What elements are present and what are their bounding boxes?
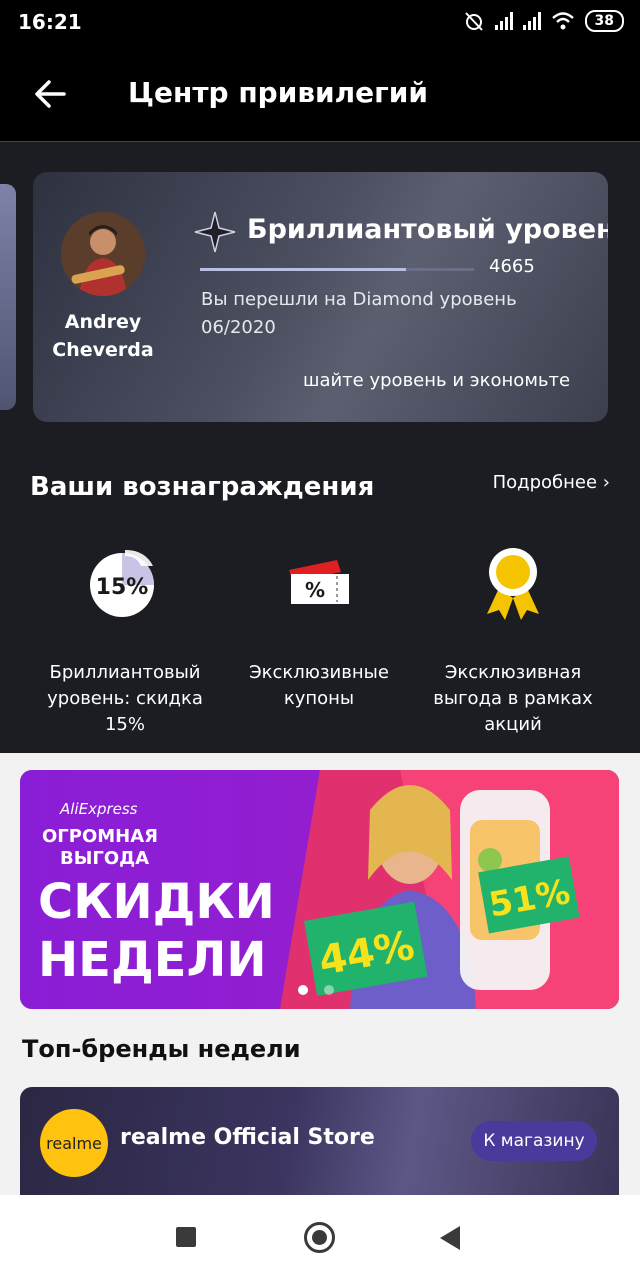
level-progress-bar xyxy=(200,268,474,271)
top-brands-title: Топ-бренды недели xyxy=(22,1035,301,1063)
battery-level: 38 xyxy=(594,13,614,29)
promo-banner[interactable]: 44% 51% AliExpress ОГРОМНАЯ ВЫГОДА СКИДК… xyxy=(20,770,619,1009)
status-time: 16:21 xyxy=(18,10,82,34)
back-arrow-icon[interactable] xyxy=(30,74,70,114)
discount-badge-text: 15% xyxy=(96,575,149,600)
avatar xyxy=(61,212,145,296)
discount-15-icon: 15% xyxy=(90,550,154,617)
brand-card-realme[interactable]: realme realme Official Store К магазину xyxy=(20,1087,619,1197)
privilege-section: Andrey Cheverda Бриллиантовый уровень 46… xyxy=(0,142,640,753)
reward-coupons[interactable]: % Эксклюзивные купоны xyxy=(224,542,414,712)
banner-headline-1: СКИДКИ xyxy=(38,874,275,930)
banner-tagline-1: ОГРОМНАЯ xyxy=(42,826,158,847)
rewards-more-link[interactable]: Подробнее › xyxy=(493,472,610,493)
banner-brand: AliExpress xyxy=(59,800,138,818)
reward-label: Эксклюзивные купоны xyxy=(249,662,389,709)
realme-logo-text: realme xyxy=(46,1133,102,1153)
avatar-image xyxy=(61,212,145,296)
alarm-off-icon xyxy=(464,12,483,31)
system-back-button[interactable] xyxy=(440,1226,460,1250)
reward-discount[interactable]: 15% Бриллиантовый уровень: скидка 15% xyxy=(30,542,220,738)
reward-label: Эксклюзивная выгода в рамках акций xyxy=(433,662,593,735)
promo-banner-graphic: 44% 51% AliExpress ОГРОМНАЯ ВЫГОДА СКИДК… xyxy=(20,770,619,1009)
recents-button[interactable] xyxy=(176,1227,196,1247)
coupon-icon: % xyxy=(289,560,349,604)
battery-icon: 38 xyxy=(584,10,624,32)
signal-icon xyxy=(494,12,513,30)
user-name: Andrey Cheverda xyxy=(52,311,154,361)
store-name: realme Official Store xyxy=(120,1125,375,1150)
system-nav-bar xyxy=(0,1195,640,1280)
level-card[interactable]: Andrey Cheverda Бриллиантовый уровень 46… xyxy=(33,172,608,422)
level-progress-fill xyxy=(200,268,406,271)
level-points: 4665 xyxy=(489,256,535,277)
banner-pagination[interactable] xyxy=(298,985,334,995)
banner-dot[interactable] xyxy=(324,985,334,995)
banner-tagline-2: ВЫГОДА xyxy=(60,848,149,869)
page-title: Центр привилегий xyxy=(128,76,429,109)
previous-level-card[interactable] xyxy=(0,184,16,410)
level-description: Вы перешли на Diamond уровень 06/2020 xyxy=(201,289,517,338)
rewards-title: Ваши вознаграждения xyxy=(30,472,375,502)
signal-2-icon xyxy=(522,12,541,30)
level-promo[interactable]: шайте уровень и экономьте xyxy=(33,360,608,410)
level-promo-text: шайте уровень и экономьте xyxy=(303,370,571,391)
app-header: Центр привилегий xyxy=(0,48,640,142)
reward-label: Бриллиантовый уровень: скидка 15% xyxy=(47,662,203,735)
level-title: Бриллиантовый уровень xyxy=(247,214,608,245)
realme-logo: realme xyxy=(40,1109,108,1177)
go-to-store-label: К магазину xyxy=(483,1131,585,1151)
coupon-badge-text: % xyxy=(305,578,325,602)
medal-icon xyxy=(487,548,539,620)
status-bar: 16:21 38 xyxy=(0,0,640,48)
diamond-level-icon xyxy=(194,211,236,253)
banner-dot[interactable] xyxy=(298,985,308,995)
home-button[interactable] xyxy=(304,1222,335,1253)
reward-promotions[interactable]: Эксклюзивная выгода в рамках акций xyxy=(418,542,608,738)
status-icons: 38 xyxy=(463,10,624,32)
go-to-store-button[interactable]: К магазину xyxy=(471,1121,597,1161)
wifi-icon xyxy=(551,12,574,30)
banner-headline-2: НЕДЕЛИ xyxy=(38,932,267,988)
